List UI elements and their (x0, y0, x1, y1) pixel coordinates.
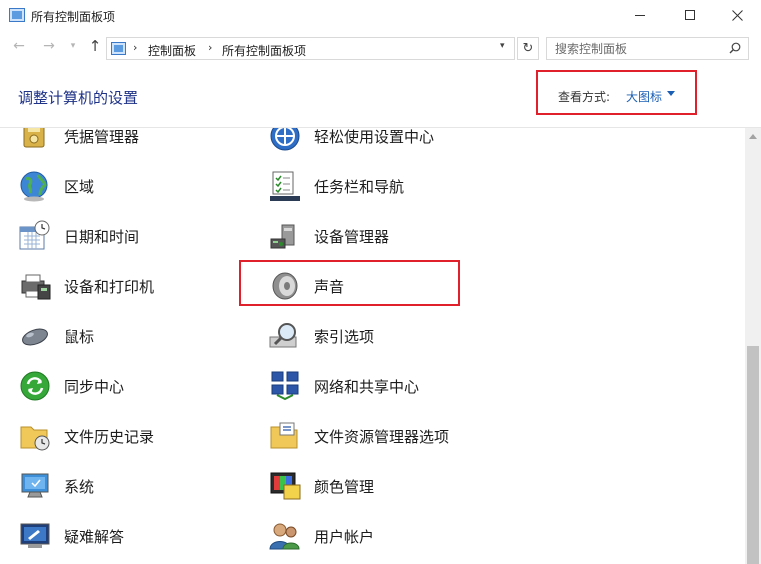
item-troubleshooting[interactable]: 疑难解答 (18, 516, 124, 556)
refresh-button[interactable]: ↻ (517, 37, 539, 60)
breadcrumb-separator[interactable]: › (133, 41, 137, 54)
forward-button[interactable]: → (40, 38, 58, 54)
close-icon (731, 9, 743, 21)
breadcrumb-separator[interactable]: › (208, 41, 212, 54)
taskbar-icon (270, 171, 300, 201)
troubleshooting-icon (20, 523, 50, 548)
color-management-icon (270, 472, 301, 500)
view-by-dropdown[interactable]: 大图标 (626, 88, 662, 105)
page-title: 调整计算机的设置 (18, 89, 139, 107)
minimize-icon (635, 14, 645, 16)
credential-manager-icon (23, 128, 45, 148)
item-label: 设备管理器 (314, 227, 390, 246)
item-file-history[interactable]: 文件历史记录 (18, 416, 154, 456)
item-file-explorer-options[interactable]: 文件资源管理器选项 (268, 416, 449, 456)
item-user-accounts[interactable]: 用户帐户 (268, 516, 374, 556)
control-panel-icon (111, 42, 126, 55)
vertical-scrollbar[interactable] (745, 128, 761, 564)
sync-icon (20, 371, 50, 401)
view-by-label: 查看方式: (558, 90, 611, 104)
item-ease-of-access[interactable]: 轻松使用设置中心 (268, 128, 434, 156)
mouse-icon (22, 328, 48, 346)
item-color-management[interactable]: 颜色管理 (268, 466, 374, 506)
scroll-up-icon[interactable] (749, 134, 757, 139)
minimize-button[interactable] (617, 0, 663, 30)
item-label: 文件资源管理器选项 (314, 427, 450, 446)
item-sync-center[interactable]: 同步中心 (18, 366, 124, 406)
item-label: 用户帐户 (314, 527, 375, 546)
item-label: 网络和共享中心 (314, 377, 420, 396)
folder-options-icon (270, 422, 298, 449)
item-label: 系统 (64, 477, 95, 496)
item-label: 同步中心 (64, 377, 125, 396)
item-label: 文件历史记录 (64, 427, 155, 446)
item-indexing[interactable]: 索引选项 (268, 316, 374, 356)
user-accounts-icon (269, 523, 300, 550)
window-title: 所有控制面板项 (31, 10, 116, 24)
item-label: 凭据管理器 (64, 128, 140, 146)
page-header: 调整计算机的设置 查看方式: 大图标 (0, 62, 761, 128)
item-label: 颜色管理 (314, 477, 375, 496)
item-label: 鼠标 (64, 327, 95, 346)
computer-icon (21, 473, 49, 498)
recent-locations-button[interactable]: ▾ (64, 41, 82, 51)
address-dropdown-button[interactable]: ▾ (500, 41, 505, 51)
item-credential-manager[interactable]: 凭据管理器 (18, 128, 139, 156)
chevron-down-icon[interactable] (667, 91, 675, 96)
printer-icon (21, 274, 51, 300)
maximize-button[interactable] (667, 0, 713, 30)
network-icon (271, 371, 299, 401)
search-box[interactable] (546, 37, 749, 60)
item-region[interactable]: 区域 (18, 166, 94, 206)
item-label: 疑难解答 (64, 527, 125, 546)
calendar-clock-icon (19, 220, 50, 250)
item-label: 区域 (64, 177, 95, 196)
item-label: 任务栏和导航 (314, 177, 405, 196)
breadcrumb-control-panel[interactable]: 控制面板 (148, 42, 196, 59)
navigation-bar: ← → ▾ ↑ › 控制面板 › 所有控制面板项 ▾ ↻ (0, 32, 761, 62)
breadcrumb-all-items[interactable]: 所有控制面板项 (222, 42, 306, 59)
up-button[interactable]: ↑ (86, 37, 104, 55)
ease-of-access-icon (270, 128, 300, 151)
item-network[interactable]: 网络和共享中心 (268, 366, 419, 406)
search-input[interactable] (547, 38, 722, 59)
maximize-icon (685, 10, 695, 20)
view-by-highlight: 查看方式: 大图标 (536, 70, 697, 115)
item-label: 轻松使用设置中心 (314, 128, 435, 146)
device-manager-icon (270, 224, 295, 249)
control-panel-icon (9, 8, 25, 22)
item-label: 索引选项 (314, 327, 375, 346)
item-label: 日期和时间 (64, 227, 140, 246)
scrollbar-thumb[interactable] (747, 346, 759, 564)
item-device-manager[interactable]: 设备管理器 (268, 216, 389, 256)
item-devices-printers[interactable]: 设备和打印机 (18, 266, 154, 306)
sound-highlight (239, 260, 460, 306)
item-taskbar[interactable]: 任务栏和导航 (268, 166, 404, 206)
indexing-icon (269, 323, 297, 348)
item-label: 设备和打印机 (64, 277, 155, 296)
file-history-icon (20, 426, 50, 451)
item-system[interactable]: 系统 (18, 466, 94, 506)
close-button[interactable] (714, 0, 760, 30)
title-bar: 所有控制面板项 (0, 0, 761, 31)
address-bar[interactable]: › 控制面板 › 所有控制面板项 ▾ (106, 37, 515, 60)
item-mouse[interactable]: 鼠标 (18, 316, 94, 356)
globe-icon (20, 171, 48, 202)
control-panel-items: 凭据管理器 轻松使用设置中心 区域 任务栏和导航 日期和时间 设备管理器 设备和… (0, 128, 745, 564)
item-date-time[interactable]: 日期和时间 (18, 216, 139, 256)
search-icon (729, 42, 741, 54)
back-button[interactable]: ← (10, 38, 28, 54)
